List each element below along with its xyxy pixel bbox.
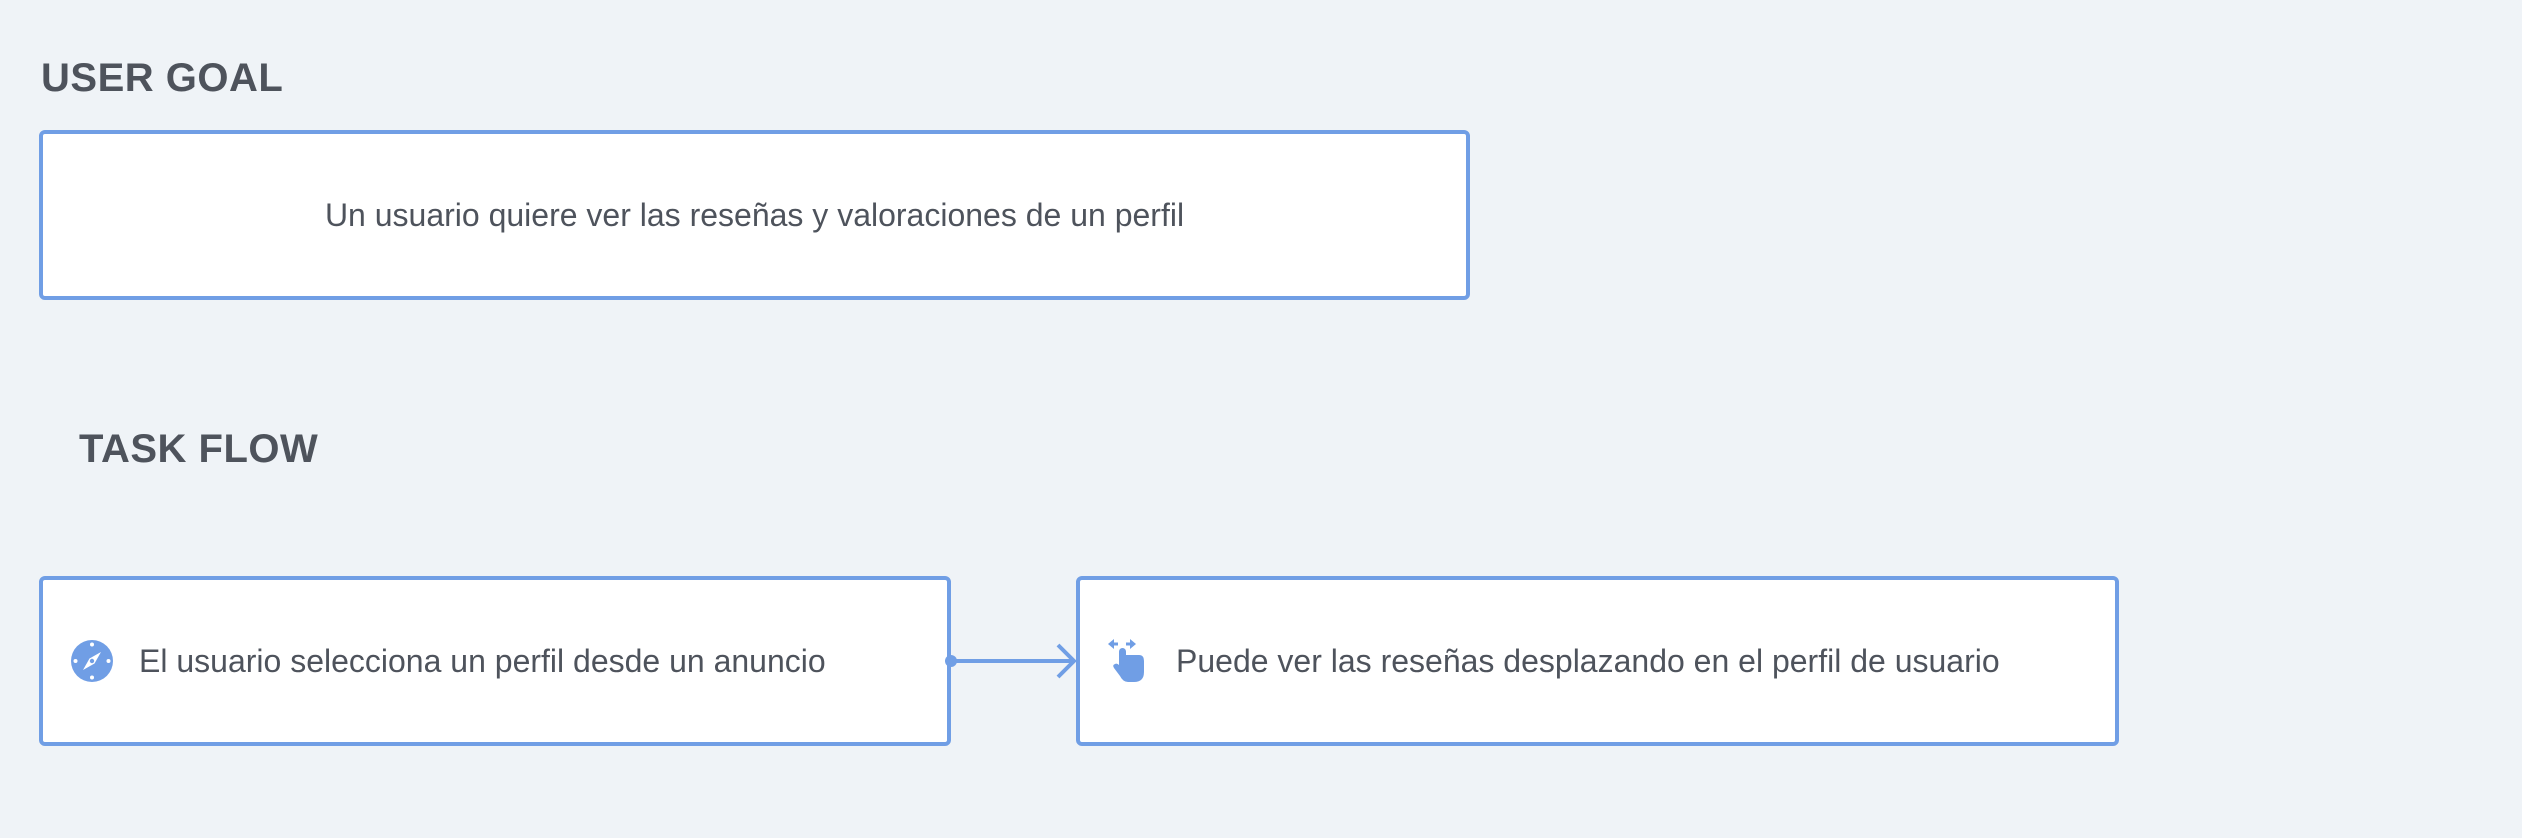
task-step-2-label: Puede ver las reseñas desplazando en el … bbox=[1176, 642, 2000, 679]
swipe-hand-icon bbox=[1106, 638, 1152, 684]
task-step-2: Puede ver las reseñas desplazando en el … bbox=[1076, 576, 2119, 746]
